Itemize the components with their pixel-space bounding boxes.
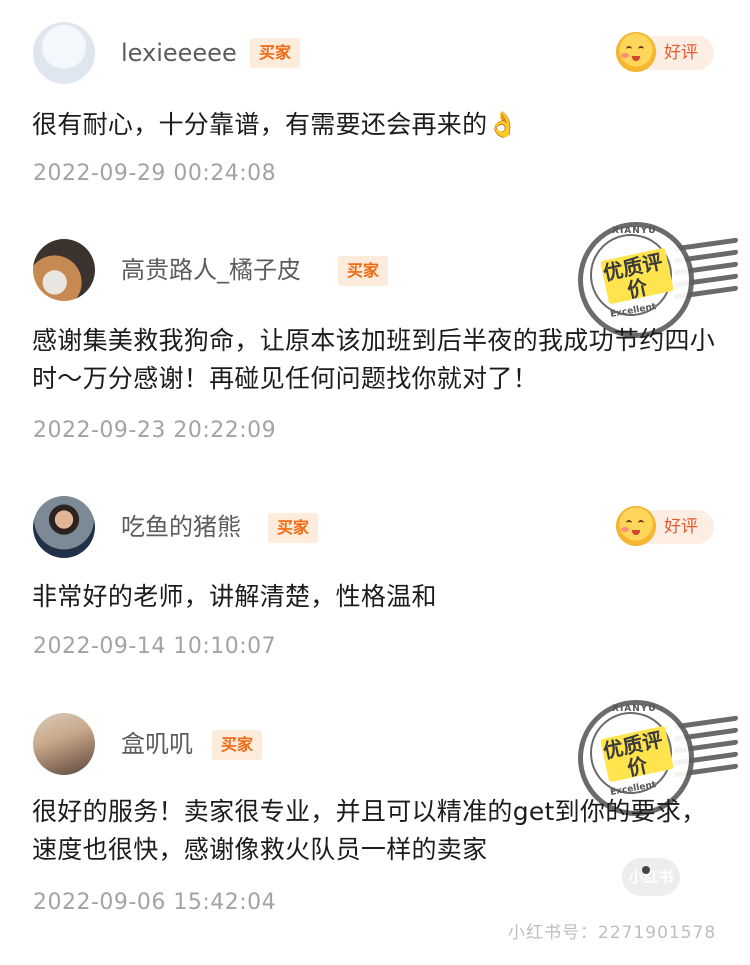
stamp-ring: [578, 222, 694, 338]
good-review-tag: 好评: [616, 32, 714, 72]
review-timestamp: 2022-09-29 00:24:08: [33, 161, 277, 186]
buyer-badge: 买家: [268, 513, 319, 543]
username[interactable]: lexieeeee: [121, 38, 237, 68]
avatar[interactable]: [33, 496, 95, 558]
username[interactable]: 盒叽叽: [121, 729, 193, 759]
stamp-wave-lines: [674, 715, 738, 786]
avatar[interactable]: [33, 713, 95, 775]
avatar[interactable]: [33, 22, 95, 84]
watermark-id: 小红书号：2271901578: [508, 923, 717, 943]
stamp-main-text: 优质评价: [600, 727, 665, 781]
good-review-tag: 好评: [616, 506, 714, 546]
stamp-main-text: 优质评价: [600, 249, 665, 303]
smile-face-icon: [616, 506, 656, 546]
username[interactable]: 吃鱼的猪熊: [121, 512, 241, 542]
review-timestamp: 2022-09-23 20:22:09: [33, 418, 277, 443]
review-content: 很好的服务！卖家很专业，并且可以精准的get到你的要求，速度也很快，感谢像救火队…: [32, 797, 707, 864]
review-timestamp: 2022-09-14 10:10:07: [33, 634, 277, 659]
review-content: 很有耐心，十分靠谱，有需要还会再来的👌: [32, 110, 519, 139]
xiaohongshu-logo-icon: 小红书: [622, 858, 680, 896]
review-content: 感谢集美救我狗命，让原本该加班到后半夜的我成功节约四小时～万分感谢！再碰见任何问…: [32, 326, 716, 393]
stamp-bottom-text: Excellent: [609, 302, 657, 320]
avatar[interactable]: [33, 239, 95, 301]
review-timestamp: 2022-09-06 15:42:04: [33, 890, 277, 915]
buyer-badge: 买家: [212, 730, 263, 760]
good-review-label: 好评: [664, 517, 698, 537]
stamp-top-text: XIANYU: [612, 226, 657, 236]
review-content: 非常好的老师，讲解清楚，性格温和: [32, 582, 437, 611]
buyer-badge: 买家: [250, 38, 301, 68]
smile-face-icon: [616, 32, 656, 72]
stamp-top-text: XIANYU: [612, 704, 657, 714]
username[interactable]: 高贵路人_橘子皮: [121, 255, 301, 285]
good-review-label: 好评: [664, 43, 698, 63]
stamp-wave-lines: [674, 237, 738, 308]
buyer-badge: 买家: [338, 256, 389, 286]
